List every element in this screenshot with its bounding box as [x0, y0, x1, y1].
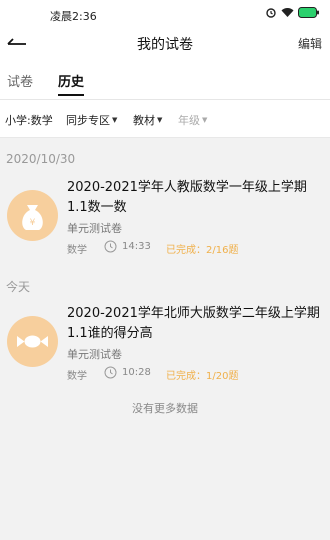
- paper-progress: 已完成：1/20题: [166, 371, 239, 382]
- history-list: 2020/10/30 ¥ 2020-2021学年人教版数学一年级上学期1.1数一…: [0, 138, 330, 540]
- group-date: 今天: [6, 280, 31, 294]
- list-item[interactable]: ¥ 2020-2021学年人教版数学一年级上学期1.1数一数 单元测试卷 数学 …: [0, 178, 330, 262]
- filter-textbook-label: 教材: [133, 114, 155, 127]
- wifi-icon: [281, 8, 294, 17]
- filter-bar: 小学:数学 同步专区 ▼ 教材 ▼ 年级 ▼: [0, 100, 330, 138]
- candy-icon: [7, 316, 58, 367]
- status-icons: [265, 7, 320, 18]
- tab-history[interactable]: 历史: [58, 71, 84, 90]
- filter-grade[interactable]: 年级 ▼: [178, 112, 207, 128]
- nav-bar: 我的试卷 编辑: [0, 28, 330, 60]
- caret-down-icon: ▼: [112, 116, 118, 124]
- filter-grade-label: 年级: [178, 114, 200, 127]
- clock-icon: [104, 366, 117, 379]
- filter-subject[interactable]: 小学:数学: [5, 112, 53, 128]
- caret-down-icon: ▼: [202, 116, 208, 124]
- battery-icon: [298, 7, 319, 18]
- caret-down-icon: ▼: [157, 116, 163, 124]
- status-time: 凌晨2:36: [50, 10, 97, 23]
- filter-sync-zone[interactable]: 同步专区 ▼: [66, 112, 117, 128]
- alarm-icon: [266, 8, 276, 18]
- paper-time: 10:28: [122, 367, 151, 378]
- money-bag-icon: ¥: [7, 190, 58, 241]
- paper-title: 2020-2021学年人教版数学一年级上学期1.1数一数: [67, 180, 307, 215]
- top-area: 凌晨2:36 我的试卷 编辑 试卷 历史 小学:数学 同步专区 ▼ 教材 ▼ 年…: [0, 0, 330, 138]
- clock-icon: [104, 240, 117, 253]
- tab-papers[interactable]: 试卷: [7, 71, 33, 90]
- page-title: 我的试卷: [137, 37, 193, 53]
- group-date: 2020/10/30: [6, 152, 76, 166]
- paper-subject: 数学: [67, 371, 87, 382]
- list-item[interactable]: 2020-2021学年北师大版数学二年级上学期1.1谁的得分高 单元测试卷 数学…: [0, 304, 330, 388]
- svg-text:¥: ¥: [30, 218, 36, 228]
- tab-bar: 试卷 历史: [0, 60, 330, 100]
- status-bar: 凌晨2:36: [0, 0, 330, 28]
- active-tab-indicator: [58, 94, 84, 96]
- filter-sync-zone-label: 同步专区: [66, 114, 110, 127]
- paper-subject: 数学: [67, 245, 87, 256]
- paper-title: 2020-2021学年北师大版数学二年级上学期1.1谁的得分高: [67, 306, 320, 341]
- filter-subject-label: 小学:数学: [5, 114, 53, 127]
- paper-progress: 已完成：2/16题: [166, 245, 239, 256]
- paper-type: 单元测试卷: [67, 348, 122, 361]
- no-more-data-text: 没有更多数据: [132, 402, 198, 415]
- paper-type: 单元测试卷: [67, 222, 122, 235]
- paper-time: 14:33: [122, 241, 151, 252]
- edit-button[interactable]: 编辑: [298, 35, 322, 52]
- filter-textbook[interactable]: 教材 ▼: [133, 112, 162, 128]
